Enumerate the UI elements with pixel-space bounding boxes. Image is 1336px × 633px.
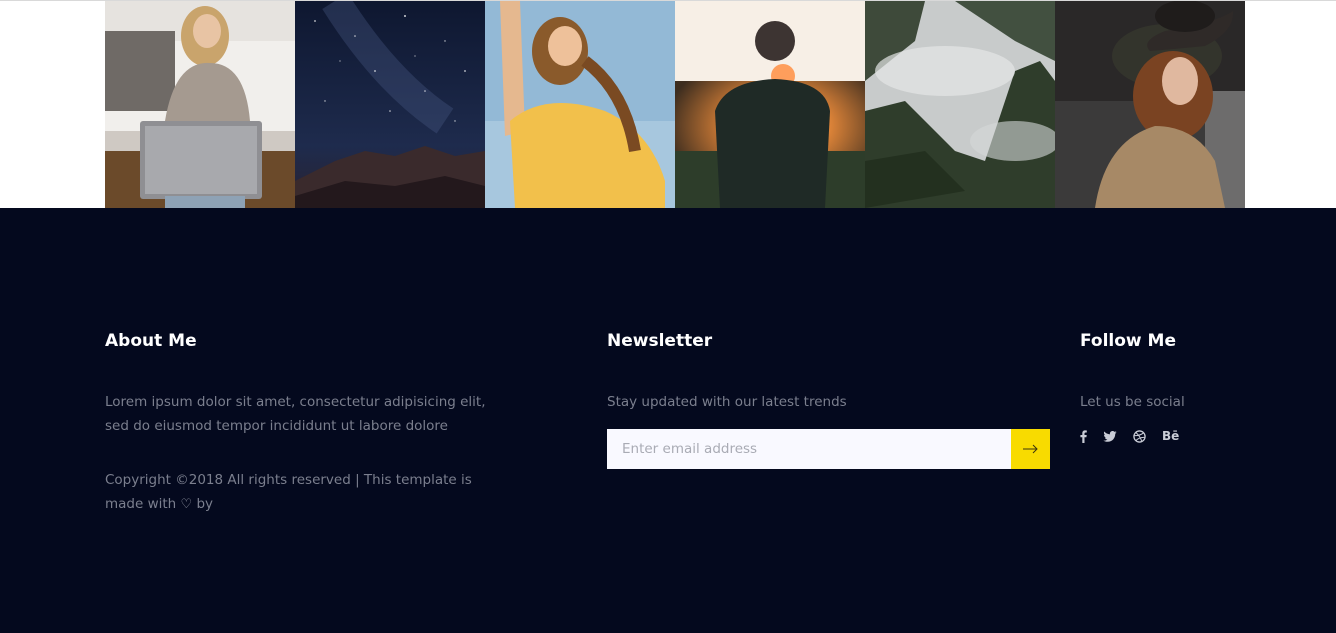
copyright-text: Copyright ©2018 All rights reserved | Th… (105, 468, 485, 517)
woman-laptop-photo (105, 1, 295, 208)
dribbble-icon (1133, 429, 1146, 443)
email-input[interactable] (607, 429, 1011, 469)
arrow-right-icon (1022, 444, 1038, 454)
behance-icon: Bē (1162, 429, 1180, 443)
gallery-image-woman-sun[interactable] (485, 1, 675, 208)
social-links: Bē (1080, 428, 1195, 444)
gallery-image-starry-sky[interactable] (295, 1, 485, 208)
woman-sun-photo (485, 1, 675, 208)
gallery-image-woman-laptop[interactable] (105, 1, 295, 208)
site-footer: About Me Lorem ipsum dolor sit amet, con… (0, 208, 1336, 633)
gallery-image-man-sunset[interactable] (675, 1, 865, 208)
subscribe-button[interactable] (1011, 429, 1050, 469)
dribbble-link[interactable] (1133, 428, 1146, 444)
man-sunset-photo (675, 1, 865, 208)
starry-sky-photo (295, 1, 485, 208)
newsletter-description: Stay updated with our latest trends (607, 394, 847, 410)
facebook-link[interactable] (1080, 428, 1087, 444)
heart-icon: ♡ (180, 497, 193, 512)
twitter-link[interactable] (1103, 428, 1117, 444)
newsletter-form (607, 429, 1050, 469)
gallery-image-misty-mountains[interactable] (865, 1, 1055, 208)
follow-description: Let us be social (1080, 394, 1185, 410)
about-title: About Me (105, 331, 197, 351)
twitter-icon (1103, 430, 1117, 442)
behance-link[interactable]: Bē (1162, 428, 1179, 444)
about-description: Lorem ipsum dolor sit amet, consectetur … (105, 394, 486, 434)
gallery-image-woman-hat[interactable] (1055, 1, 1245, 208)
newsletter-title: Newsletter (607, 331, 713, 351)
follow-title: Follow Me (1080, 331, 1177, 351)
instagram-gallery (105, 1, 1245, 208)
misty-mountains-photo (865, 1, 1055, 208)
copyright-suffix: by (196, 496, 214, 512)
copyright-prefix: Copyright ©2018 All rights reserved | Th… (105, 472, 472, 512)
facebook-icon (1080, 429, 1087, 443)
woman-hat-photo (1055, 1, 1245, 208)
